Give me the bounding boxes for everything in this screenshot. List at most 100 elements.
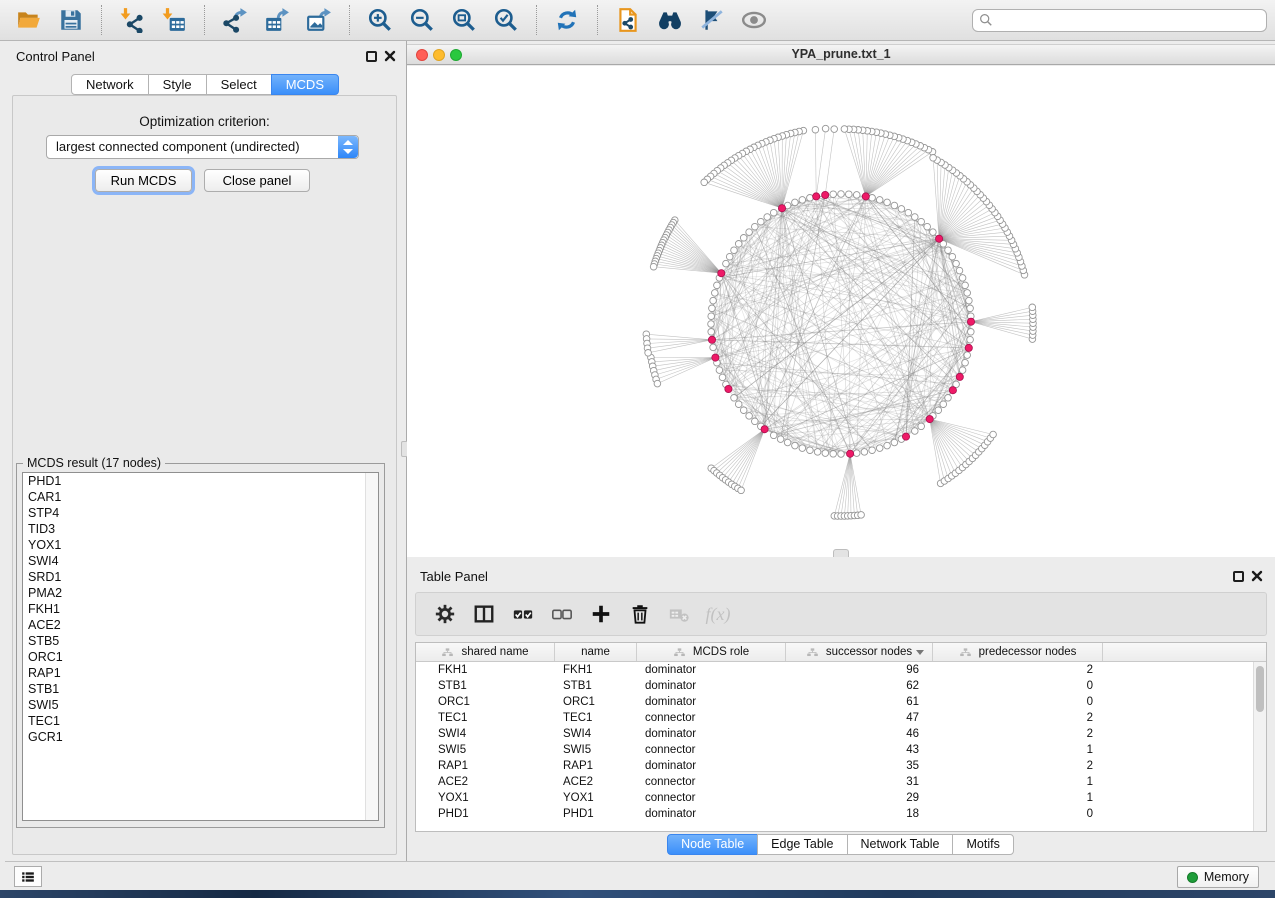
table-row[interactable]: TEC1TEC1connector472 [416,710,1266,726]
graph-ring-node[interactable] [898,206,905,213]
graph-ring-node[interactable] [712,290,719,297]
delete-column-icon[interactable] [627,601,653,627]
table-row[interactable]: STB1STB1dominator620 [416,678,1266,694]
graph-ring-node[interactable] [735,401,742,408]
graph-ring-node[interactable] [918,423,925,430]
graph-ring-node[interactable] [723,260,730,267]
graph-ring-node[interactable] [822,450,829,457]
graph-ring-node[interactable] [935,407,942,414]
mcds-result-item[interactable]: STP4 [23,505,378,521]
graph-ring-node[interactable] [709,305,716,312]
mcds-result-item[interactable]: PMA2 [23,585,378,601]
graph-ring-node[interactable] [869,195,876,202]
task-history-button[interactable] [14,866,42,887]
table-float-icon[interactable] [1233,571,1244,582]
mcds-result-list[interactable]: PHD1CAR1STP4TID3YOX1SWI4SRD1PMA2FKH1ACE2… [22,472,379,821]
graph-leaf-node[interactable] [858,512,865,519]
import-network-icon[interactable] [117,4,147,36]
graph-ring-node[interactable] [905,209,912,216]
graph-leaf-node[interactable] [1029,304,1036,311]
graph-ring-node[interactable] [846,191,853,198]
graph-ring-node[interactable] [792,199,799,206]
graph-ring-node[interactable] [962,359,969,366]
save-session-icon[interactable] [56,4,86,36]
mcds-result-item[interactable]: STB1 [23,681,378,697]
mcds-result-item[interactable]: SRD1 [23,569,378,585]
table-row[interactable]: ACE2ACE2connector311 [416,774,1266,790]
table-row[interactable]: SWI4SWI4dominator462 [416,726,1266,742]
graph-ring-node[interactable] [930,229,937,236]
column-header-shared-name[interactable]: shared name [416,643,555,661]
table-row[interactable]: SWI5SWI5connector431 [416,742,1266,758]
table-row[interactable]: YOX1YOX1connector291 [416,790,1266,806]
graph-ring-node[interactable] [731,247,738,254]
graph-ring-node[interactable] [956,267,963,274]
graph-leaf-node[interactable] [650,263,657,270]
tab-edge-table[interactable]: Edge Table [757,834,847,855]
open-file-icon[interactable] [14,4,44,36]
mcds-result-item[interactable]: ACE2 [23,617,378,633]
graph-ring-node[interactable] [967,336,974,343]
graph-leaf-node[interactable] [645,350,652,357]
graph-ring-node[interactable] [746,413,753,420]
graph-leaf-node[interactable] [831,126,838,133]
search-all-icon[interactable] [655,4,685,36]
table-scrollbar[interactable] [1253,662,1266,831]
graph-leaf-node[interactable] [738,487,745,494]
tab-mcds[interactable]: MCDS [271,74,339,95]
graph-ring-node[interactable] [710,344,717,351]
close-panel-button[interactable]: Close panel [204,169,310,192]
graph-mcds-hub-node[interactable] [967,318,974,325]
graph-mcds-hub-node[interactable] [718,270,725,277]
graph-leaf-node[interactable] [812,126,819,133]
graph-ring-node[interactable] [799,197,806,204]
graph-ring-node[interactable] [912,214,919,221]
criterion-select[interactable]: largest connected component (undirected) [46,135,359,159]
graph-leaf-node[interactable] [930,155,937,162]
graph-ring-node[interactable] [962,282,969,289]
graph-ring-node[interactable] [945,247,952,254]
mcds-list-scrollbar[interactable] [365,473,378,820]
column-header-name[interactable]: name [555,643,637,661]
tab-style[interactable]: Style [148,74,207,95]
graph-ring-node[interactable] [884,199,891,206]
graph-mcds-hub-node[interactable] [822,191,829,198]
sort-down-icon[interactable] [916,650,924,655]
graph-ring-node[interactable] [716,367,723,374]
deselect-all-columns-icon[interactable] [549,601,575,627]
graph-mcds-hub-node[interactable] [926,416,933,423]
graph-mcds-hub-node[interactable] [712,354,719,361]
graph-ring-node[interactable] [830,191,837,198]
graph-ring-node[interactable] [708,321,715,328]
graph-ring-node[interactable] [784,439,791,446]
add-column-icon[interactable] [588,601,614,627]
graph-mcds-hub-node[interactable] [708,336,715,343]
graph-ring-node[interactable] [770,432,777,439]
graph-ring-node[interactable] [708,313,715,320]
graph-mcds-hub-node[interactable] [725,385,732,392]
graph-ring-node[interactable] [814,449,821,456]
export-image-icon[interactable] [304,4,334,36]
graph-ring-node[interactable] [959,275,966,282]
graph-ring-node[interactable] [953,260,960,267]
graph-ring-node[interactable] [710,297,717,304]
graph-ring-node[interactable] [726,253,733,260]
graph-ring-node[interactable] [770,209,777,216]
canvas-splitter-grip[interactable] [833,549,849,557]
graph-ring-node[interactable] [861,449,868,456]
zoom-fit-icon[interactable] [449,4,479,36]
graph-ring-node[interactable] [764,214,771,221]
graph-ring-node[interactable] [949,253,956,260]
graph-leaf-node[interactable] [990,431,997,438]
tab-network-table[interactable]: Network Table [847,834,954,855]
zoom-selected-icon[interactable] [491,4,521,36]
column-header-successor-nodes[interactable]: successor nodes [786,643,933,661]
graph-ring-node[interactable] [891,439,898,446]
graph-mcds-hub-node[interactable] [761,426,768,433]
mcds-result-item[interactable]: PHD1 [23,473,378,489]
mcds-result-item[interactable]: TID3 [23,521,378,537]
graph-mcds-hub-node[interactable] [847,450,854,457]
graph-ring-node[interactable] [807,447,814,454]
export-table-icon[interactable] [262,4,292,36]
mcds-result-item[interactable]: SWI5 [23,697,378,713]
